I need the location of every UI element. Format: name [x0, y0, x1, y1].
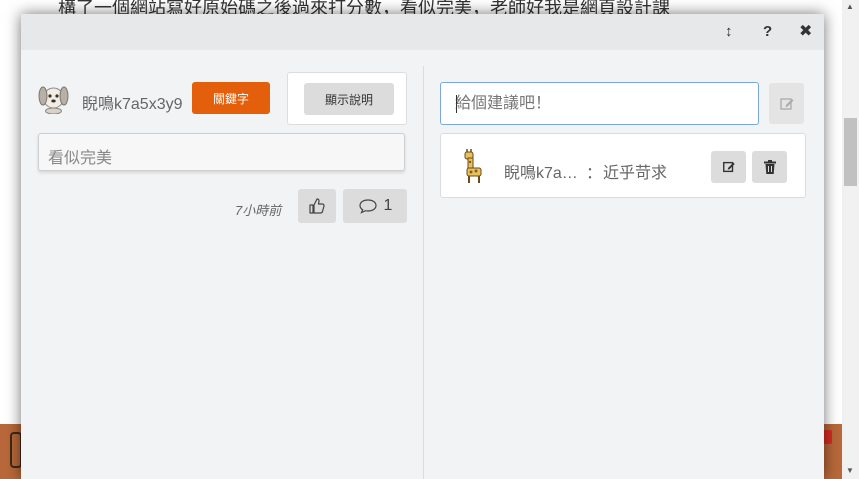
suggestion-username: 睨鳴k7a… [504, 165, 578, 182]
answer-username: 睨鳴k7a5x3y9 [82, 96, 183, 113]
suggestion-panel: 睨鳴k7a… ： 近乎苛求 [424, 50, 824, 479]
help-icon[interactable]: ? [763, 23, 772, 41]
answer-text: 看似完美 [48, 150, 113, 167]
suggestion-text: 近乎苛求 [603, 165, 668, 182]
scroll-up-arrow-icon[interactable]: ▲ [846, 2, 854, 11]
suggestion-item: 睨鳴k7a… ： 近乎苛求 [440, 133, 806, 198]
close-icon[interactable]: ✖ [799, 23, 812, 41]
modal-toolbar: ↕ ? ✖ [21, 14, 824, 50]
answer-timestamp: 7小時前 [235, 203, 282, 218]
resize-icon[interactable]: ↕ [725, 23, 733, 41]
comment-bubble-icon [358, 199, 377, 214]
show-description-button[interactable]: 顯示說明 [304, 83, 394, 115]
scroll-down-arrow-icon[interactable]: ▼ [846, 466, 854, 475]
page-scrollbar[interactable]: ▲ ▼ [842, 0, 859, 479]
suggestion-input[interactable] [440, 82, 759, 125]
dog-avatar-icon [38, 86, 69, 114]
keyword-button[interactable]: 關鍵字 [192, 82, 270, 114]
edit-icon [722, 161, 735, 173]
suggestion-separator: ： [586, 165, 603, 182]
answer-box: 看似完美 [38, 133, 405, 171]
edit-icon [779, 97, 793, 110]
thumbs-up-icon [309, 198, 325, 214]
comment-count-button[interactable]: 1 [343, 189, 407, 223]
comment-count: 1 [383, 196, 393, 214]
edit-suggestion-button[interactable] [711, 151, 746, 183]
like-button[interactable] [298, 189, 336, 223]
answer-panel: 睨鳴k7a5x3y9 關鍵字 顯示說明 看似完美 7小時前 1 [21, 50, 423, 479]
trash-icon [763, 160, 776, 174]
giraffe-avatar-icon [464, 149, 482, 183]
scroll-thumb[interactable] [844, 118, 857, 186]
delete-suggestion-button[interactable] [752, 151, 787, 183]
submit-suggestion-button[interactable] [769, 83, 804, 124]
description-box: 顯示說明 [287, 72, 407, 125]
review-modal: ↕ ? ✖ 睨鳴k7a5x3y9 關鍵字 顯示說明 看似完美 7小時前 1 給個… [21, 14, 824, 479]
text-caret [456, 95, 457, 113]
